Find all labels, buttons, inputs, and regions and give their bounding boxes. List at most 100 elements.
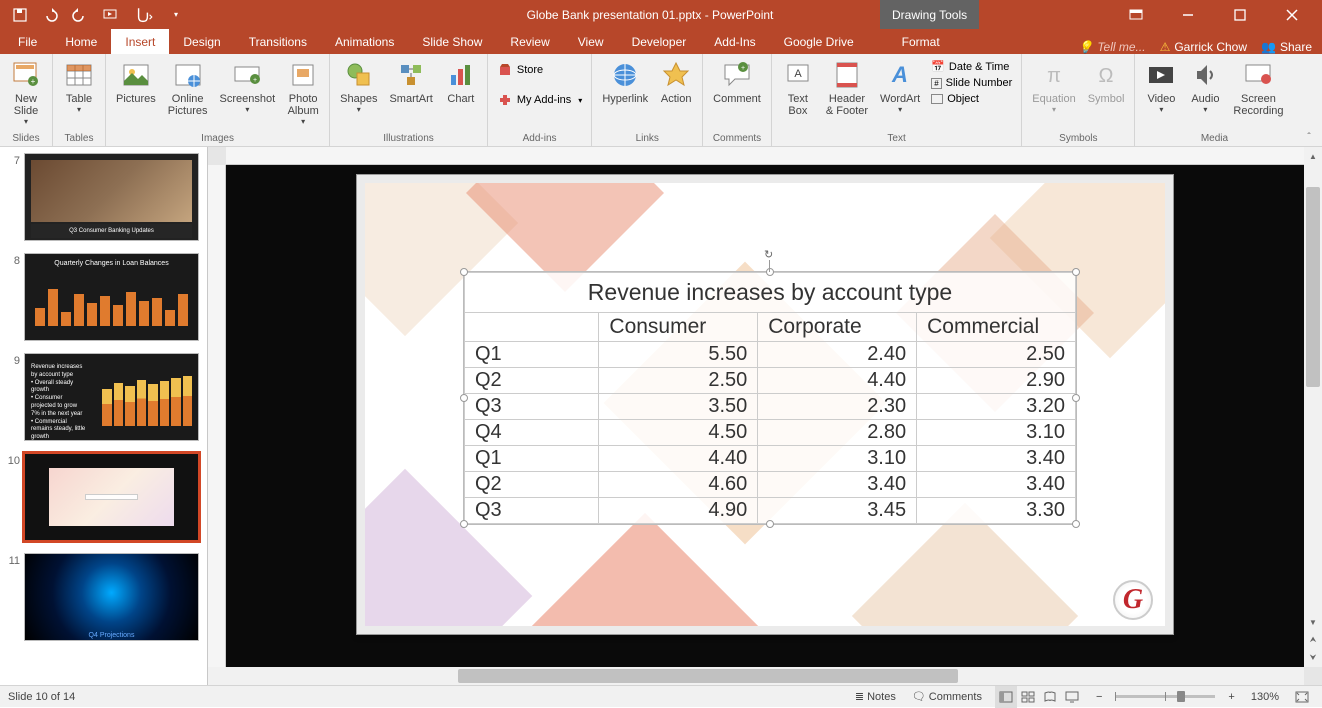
- sorter-view-icon[interactable]: [1017, 686, 1039, 708]
- tab-addins[interactable]: Add-Ins: [700, 29, 769, 54]
- ribbon-display-options-icon[interactable]: [1116, 0, 1156, 29]
- slide-thumb-11[interactable]: Q4 Projections: [24, 553, 199, 641]
- minimize-icon[interactable]: [1168, 0, 1208, 29]
- wordart-button[interactable]: AWordArt▾: [876, 57, 924, 116]
- slide-counter[interactable]: Slide 10 of 14: [0, 691, 852, 703]
- horizontal-scrollbar[interactable]: [208, 667, 1304, 685]
- tab-developer[interactable]: Developer: [618, 29, 701, 54]
- hyperlink-button[interactable]: Hyperlink: [598, 57, 652, 107]
- tell-me-search[interactable]: 💡Tell me...: [1078, 40, 1145, 54]
- slide-thumb-10[interactable]: [24, 453, 199, 541]
- video-button[interactable]: Video▾: [1141, 57, 1181, 116]
- comment-button[interactable]: +Comment: [709, 57, 765, 107]
- pictures-label: Pictures: [116, 93, 156, 105]
- tab-view[interactable]: View: [564, 29, 618, 54]
- revenue-table-object[interactable]: Revenue increases by account type Consum…: [463, 271, 1077, 525]
- tab-googledrive[interactable]: Google Drive: [770, 29, 868, 54]
- my-addins-button[interactable]: My Add-ins▾: [494, 91, 585, 109]
- fit-to-window-icon[interactable]: [1292, 686, 1312, 708]
- selection-handle[interactable]: [1072, 394, 1080, 402]
- tab-design[interactable]: Design: [169, 29, 234, 54]
- zoom-slider[interactable]: [1115, 695, 1215, 698]
- screenshot-button[interactable]: +Screenshot▾: [216, 57, 280, 116]
- date-time-button[interactable]: 📅Date & Time: [928, 59, 1012, 74]
- scroll-thumb[interactable]: [458, 669, 958, 683]
- slide[interactable]: G Revenue increases by account type Cons…: [357, 175, 1173, 634]
- tab-home[interactable]: Home: [51, 29, 111, 54]
- group-label-slides: Slides: [6, 133, 46, 146]
- undo-icon[interactable]: [42, 7, 58, 23]
- vertical-scrollbar[interactable]: ▲ ▼ ⮝ ⮟: [1304, 147, 1322, 667]
- qat-customize-icon[interactable]: ▾: [168, 7, 184, 23]
- zoom-out-button[interactable]: −: [1093, 686, 1105, 708]
- slide-thumb-7[interactable]: Q3 Consumer Banking Updates: [24, 153, 199, 241]
- table-row: Q33.502.303.20: [465, 394, 1076, 420]
- scroll-up-icon[interactable]: ▲: [1304, 147, 1322, 165]
- redo-icon[interactable]: [72, 7, 88, 23]
- smartart-label: SmartArt: [389, 93, 432, 105]
- warning-icon: ⚠: [1160, 40, 1171, 54]
- touch-mode-icon[interactable]: [132, 7, 154, 23]
- share-button[interactable]: 👥Share: [1261, 40, 1312, 54]
- selection-handle[interactable]: [460, 268, 468, 276]
- text-box-button[interactable]: AText Box: [778, 57, 818, 119]
- selection-handle[interactable]: [460, 520, 468, 528]
- start-from-beginning-icon[interactable]: [102, 7, 118, 23]
- collapse-ribbon-icon[interactable]: ˆ: [1300, 130, 1318, 144]
- photo-album-button[interactable]: Photo Album▾: [283, 57, 323, 128]
- chart-button[interactable]: Chart: [441, 57, 481, 107]
- tab-slideshow[interactable]: Slide Show: [408, 29, 496, 54]
- tab-insert[interactable]: Insert: [111, 29, 169, 54]
- selection-handle[interactable]: [766, 520, 774, 528]
- scroll-thumb[interactable]: [1306, 187, 1320, 387]
- tab-file[interactable]: File: [0, 29, 51, 54]
- slide-thumbnails-pane[interactable]: 7 Q3 Consumer Banking Updates 8 Quarterl…: [0, 147, 208, 685]
- save-icon[interactable]: [12, 7, 28, 23]
- online-pictures-button[interactable]: Online Pictures: [164, 57, 212, 119]
- symbol-button[interactable]: ΩSymbol: [1084, 57, 1129, 107]
- slide-canvas[interactable]: G Revenue increases by account type Cons…: [226, 165, 1304, 667]
- rotation-handle[interactable]: [765, 250, 775, 260]
- zoom-in-button[interactable]: +: [1225, 686, 1237, 708]
- zoom-slider-thumb[interactable]: [1177, 691, 1185, 702]
- table-button[interactable]: Table ▾: [59, 57, 99, 116]
- selection-handle[interactable]: [460, 394, 468, 402]
- action-button[interactable]: Action: [656, 57, 696, 107]
- slide-thumb-9[interactable]: Revenue increases by account type• Overa…: [24, 353, 199, 441]
- row-label: Q3: [465, 394, 599, 420]
- selection-handle[interactable]: [766, 268, 774, 276]
- screen-recording-button[interactable]: Screen Recording: [1229, 57, 1287, 119]
- new-slide-button[interactable]: + New Slide ▾: [6, 57, 46, 128]
- comments-button[interactable]: 🗨Comments: [909, 686, 985, 708]
- header-footer-button[interactable]: Header & Footer: [822, 57, 872, 119]
- selection-handle[interactable]: [1072, 520, 1080, 528]
- hyperlink-label: Hyperlink: [602, 93, 648, 105]
- maximize-icon[interactable]: [1220, 0, 1260, 29]
- user-account[interactable]: ⚠Garrick Chow: [1160, 40, 1247, 54]
- slide-thumb-8[interactable]: Quarterly Changes in Loan Balances: [24, 253, 199, 341]
- zoom-level[interactable]: 130%: [1248, 686, 1282, 708]
- store-button[interactable]: Store: [494, 61, 546, 79]
- audio-button[interactable]: Audio▾: [1185, 57, 1225, 116]
- tab-transitions[interactable]: Transitions: [235, 29, 321, 54]
- tab-format[interactable]: Format: [888, 29, 954, 54]
- shapes-button[interactable]: Shapes▾: [336, 57, 381, 116]
- reading-view-icon[interactable]: [1039, 686, 1061, 708]
- ribbon-group-tables: Table ▾ Tables: [53, 54, 106, 146]
- scroll-down-icon[interactable]: ▼: [1304, 613, 1322, 631]
- object-button[interactable]: Object: [928, 92, 982, 106]
- selection-handle[interactable]: [1072, 268, 1080, 276]
- next-slide-icon[interactable]: ⮟: [1304, 649, 1322, 667]
- slide-number-button[interactable]: #Slide Number: [928, 76, 1015, 90]
- prev-slide-icon[interactable]: ⮝: [1304, 631, 1322, 649]
- notes-button[interactable]: ≣Notes: [852, 686, 899, 708]
- pictures-button[interactable]: Pictures: [112, 57, 160, 107]
- smartart-button[interactable]: SmartArt: [385, 57, 436, 107]
- normal-view-icon[interactable]: [995, 686, 1017, 708]
- tab-review[interactable]: Review: [496, 29, 563, 54]
- equation-button[interactable]: πEquation▾: [1028, 57, 1079, 116]
- slideshow-view-icon[interactable]: [1061, 686, 1083, 708]
- close-icon[interactable]: [1272, 0, 1312, 29]
- tab-animations[interactable]: Animations: [321, 29, 408, 54]
- video-label: Video: [1147, 93, 1175, 105]
